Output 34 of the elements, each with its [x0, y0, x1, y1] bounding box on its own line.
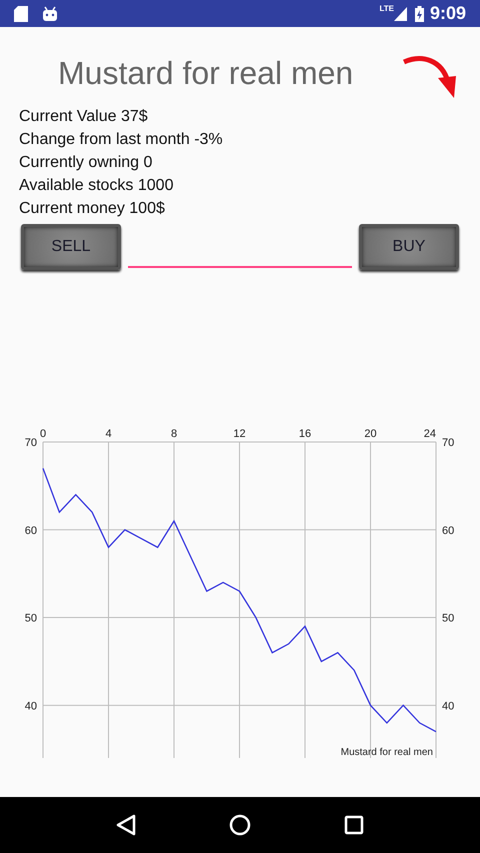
x-tick-label: 4	[105, 428, 112, 440]
x-tick-label: 8	[170, 428, 178, 440]
y-tick-label: 50	[442, 612, 454, 625]
y-tick-label: 70	[24, 437, 37, 449]
android-icon	[42, 6, 58, 22]
curved-arrow-icon	[402, 56, 458, 100]
y-tick-label: 60	[442, 524, 454, 537]
network-label: LTE	[379, 5, 394, 13]
y-tick-label: 50	[24, 612, 37, 625]
x-tick-label: 16	[298, 428, 312, 440]
y-tick-label: 70	[442, 437, 454, 449]
sell-button[interactable]: SELL	[21, 224, 121, 270]
y-tick-label: 60	[24, 524, 37, 537]
x-tick-label: 20	[364, 428, 377, 440]
x-tick-label: 0	[40, 428, 46, 440]
x-tick-label: 12	[233, 428, 246, 440]
clock-time: 9:09	[430, 2, 466, 25]
y-tick-label: 40	[442, 700, 454, 712]
signal-icon	[394, 6, 407, 20]
info-line: Change from last month -3%	[19, 130, 224, 150]
buy-button[interactable]: BUY	[359, 224, 459, 270]
recents-icon[interactable]	[344, 815, 364, 835]
info-line: Currently owning 0	[19, 153, 154, 173]
x-tick-label: 24	[424, 428, 436, 440]
info-line: Available stocks 1000	[19, 176, 174, 196]
back-icon[interactable]	[116, 814, 136, 836]
home-icon[interactable]	[228, 814, 251, 836]
y-tick-label: 40	[24, 700, 37, 712]
legend-label: Mustard for real men	[340, 747, 433, 758]
battery-icon	[414, 6, 424, 22]
page-title: Mustard for real men	[58, 54, 354, 93]
sd-card-icon	[14, 6, 28, 22]
info-line: Current Value 37$	[19, 107, 149, 127]
info-line: Current money 100$	[19, 199, 166, 219]
